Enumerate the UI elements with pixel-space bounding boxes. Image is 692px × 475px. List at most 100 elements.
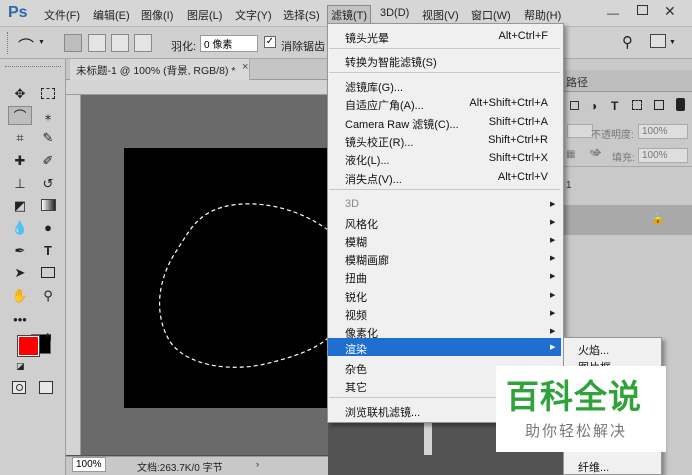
menu-image[interactable]: 图像(I) bbox=[141, 7, 173, 23]
search-icon[interactable]: ⚲ bbox=[622, 33, 633, 51]
menu-item-filter-gallery[interactable]: 滤镜库(G)... bbox=[345, 79, 403, 95]
close-icon[interactable]: ✕ bbox=[664, 3, 676, 20]
tab-paths[interactable]: 路径 bbox=[566, 74, 588, 90]
foreground-color-swatch[interactable] bbox=[17, 335, 40, 357]
submenu-arrow-icon: ▶ bbox=[550, 273, 556, 280]
opacity-field[interactable]: 100% bbox=[638, 124, 688, 139]
menu-filter[interactable]: 滤镜(T) bbox=[327, 5, 372, 25]
menu-help[interactable]: 帮助(H) bbox=[524, 7, 561, 23]
link-layers-icon[interactable]: ⛓ bbox=[512, 454, 526, 467]
menu-item-camera-raw[interactable]: Camera Raw 滤镜(C)... bbox=[345, 116, 459, 132]
status-arrow-icon[interactable]: › bbox=[256, 459, 259, 469]
lasso-tool-icon[interactable]: ⌒ bbox=[8, 106, 32, 125]
rectangle-tool-icon[interactable] bbox=[36, 263, 60, 282]
swap-colors-icon[interactable]: ↰ bbox=[44, 331, 53, 344]
clone-stamp-icon[interactable]: ⊥ bbox=[8, 174, 32, 193]
fill-field[interactable]: 100% bbox=[638, 148, 688, 163]
type-tool-icon[interactable]: T bbox=[36, 241, 60, 260]
lasso-tool-preset-icon[interactable]: ⌒ bbox=[18, 33, 34, 57]
crop-tool-icon[interactable]: ⌗ bbox=[8, 128, 32, 147]
menu-item-liquify[interactable]: 液化(L)... bbox=[345, 152, 390, 168]
menu-item-render[interactable]: 渲染 bbox=[345, 341, 367, 357]
menu-item-lens-flare[interactable]: 镜头光晕 bbox=[345, 30, 389, 46]
menu-edit[interactable]: 编辑(E) bbox=[93, 7, 130, 23]
antialias-checkbox[interactable]: ✓ bbox=[264, 36, 276, 48]
lock-position-icon[interactable]: ✥ bbox=[593, 148, 601, 159]
submenu-arrow-icon: ▶ bbox=[550, 255, 556, 262]
menu-item-noise[interactable]: 杂色 bbox=[345, 361, 367, 377]
submenu-item-flame[interactable]: 火焰... bbox=[578, 342, 609, 358]
new-selection-icon[interactable] bbox=[64, 34, 82, 52]
brush-tool-icon[interactable]: ✐ bbox=[36, 151, 60, 170]
subtract-selection-icon[interactable] bbox=[111, 34, 129, 52]
default-colors-icon[interactable]: ◪ bbox=[16, 361, 25, 372]
path-selection-icon[interactable]: ➤ bbox=[8, 263, 32, 282]
menu-item-video[interactable]: 视频 bbox=[345, 307, 367, 323]
filter-type-icon[interactable]: T bbox=[611, 99, 618, 113]
workspace-icon[interactable] bbox=[650, 34, 666, 48]
menu-shortcut: Shift+Ctrl+X bbox=[488, 152, 548, 164]
menu-item-adaptive-wide-angle[interactable]: 自适应广角(A)... bbox=[345, 97, 424, 113]
menu-item-stylize[interactable]: 风格化 bbox=[345, 216, 378, 232]
menu-view[interactable]: 视图(V) bbox=[422, 7, 459, 23]
menu-item-blur[interactable]: 模糊 bbox=[345, 234, 367, 250]
filter-pixel-icon[interactable] bbox=[570, 101, 579, 110]
more-tools-icon[interactable]: ••• bbox=[8, 310, 32, 329]
quick-mask-icon[interactable] bbox=[12, 381, 26, 394]
menu-type[interactable]: 文字(Y) bbox=[235, 7, 272, 23]
feather-input[interactable] bbox=[200, 35, 258, 52]
filter-toggle-icon[interactable] bbox=[676, 98, 685, 111]
menu-file[interactable]: 文件(F) bbox=[44, 7, 80, 23]
minimize-icon[interactable]: — bbox=[607, 6, 619, 20]
menu-item-vanishing-point[interactable]: 消失点(V)... bbox=[345, 171, 402, 187]
menu-item-distort[interactable]: 扭曲 bbox=[345, 270, 367, 286]
menu-item-3d[interactable]: 3D bbox=[345, 198, 359, 210]
screen-mode-icon[interactable] bbox=[39, 381, 53, 394]
menu-item-lens-correction[interactable]: 镜头校正(R)... bbox=[345, 134, 413, 150]
intersect-selection-icon[interactable] bbox=[134, 34, 152, 52]
submenu-item-fibers[interactable]: 纤维... bbox=[578, 459, 609, 475]
tab-close-icon[interactable]: × bbox=[242, 61, 248, 73]
move-tool-icon[interactable]: ✥ bbox=[8, 84, 32, 103]
eyedropper-icon[interactable]: ✎ bbox=[36, 128, 60, 147]
zoom-field[interactable]: 100% bbox=[72, 457, 106, 472]
menu-item-other[interactable]: 其它 bbox=[345, 379, 367, 395]
dodge-tool-icon[interactable]: ● bbox=[36, 218, 60, 237]
marquee-tool-icon[interactable] bbox=[36, 84, 60, 103]
magic-wand-icon[interactable]: ⁎ bbox=[36, 106, 60, 125]
hand-tool-icon[interactable]: ✋ bbox=[8, 286, 32, 305]
add-selection-icon[interactable] bbox=[88, 34, 106, 52]
menu-layer[interactable]: 图层(L) bbox=[187, 7, 222, 23]
menu-item-browse-online-filters[interactable]: 浏览联机滤镜... bbox=[345, 404, 420, 420]
maximize-icon[interactable] bbox=[637, 5, 648, 15]
filter-shape-icon[interactable] bbox=[632, 100, 642, 110]
menu-separator bbox=[329, 48, 560, 49]
blend-mode-select[interactable] bbox=[567, 124, 593, 138]
menu-separator bbox=[329, 72, 560, 73]
menu-3d[interactable]: 3D(D) bbox=[380, 7, 409, 19]
zoom-tool-icon[interactable]: ⚲ bbox=[36, 286, 60, 305]
menu-shortcut: Alt+Shift+Ctrl+A bbox=[469, 97, 548, 109]
gradient-tool-icon[interactable] bbox=[36, 196, 60, 215]
submenu-arrow-icon: ▶ bbox=[550, 292, 556, 299]
document-tab[interactable]: 未标题-1 @ 100% (背景, RGB/8) * bbox=[70, 59, 250, 80]
filter-smart-object-icon[interactable] bbox=[654, 100, 664, 110]
toolbox-grip bbox=[5, 66, 61, 69]
menu-item-sharpen[interactable]: 锐化 bbox=[345, 289, 367, 305]
blur-tool-icon[interactable]: 💧 bbox=[8, 218, 32, 237]
pen-tool-icon[interactable]: ✒ bbox=[8, 241, 32, 260]
menu-item-blur-gallery[interactable]: 模糊画廊 bbox=[345, 252, 389, 268]
menu-item-convert-smart-filter[interactable]: 转换为智能滤镜(S) bbox=[345, 54, 437, 70]
menu-window[interactable]: 窗口(W) bbox=[471, 7, 511, 23]
menu-select[interactable]: 选择(S) bbox=[283, 7, 320, 23]
eraser-icon[interactable]: ◩ bbox=[8, 196, 32, 215]
chevron-down-icon[interactable]: ▼ bbox=[38, 39, 45, 46]
layer-index: 1 bbox=[566, 180, 572, 191]
workspace-chevron-icon[interactable]: ▼ bbox=[669, 39, 676, 46]
feather-label: 羽化: bbox=[171, 41, 197, 53]
filter-adjustment-icon[interactable]: ◑ bbox=[590, 99, 597, 113]
history-brush-icon[interactable]: ↺ bbox=[36, 174, 60, 193]
healing-brush-icon[interactable]: ✚ bbox=[8, 151, 32, 170]
fx-icon[interactable]: fx bbox=[537, 454, 547, 466]
lock-transparent-icon[interactable]: ▦ bbox=[566, 149, 575, 160]
